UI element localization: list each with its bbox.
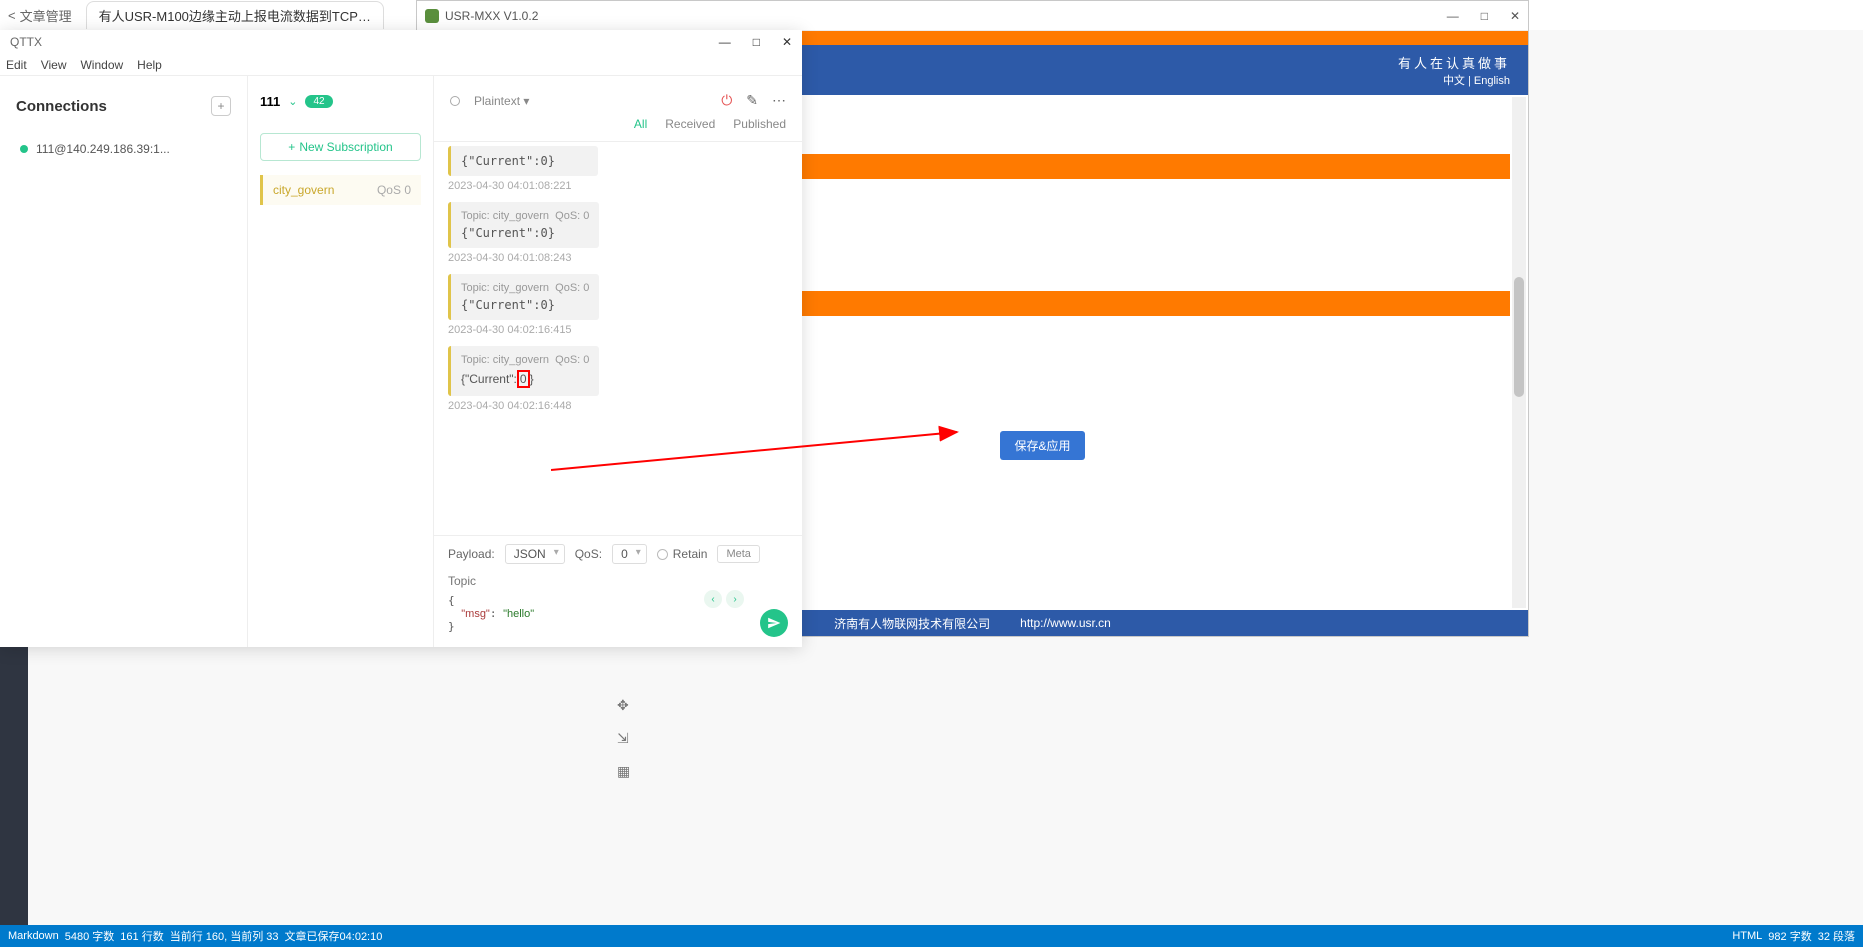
- usr-app-icon: [425, 9, 439, 23]
- mqttx-title-text: QTTX: [10, 35, 42, 49]
- mqttx-min-icon[interactable]: —: [719, 35, 731, 49]
- mqttx-max-icon[interactable]: □: [753, 35, 760, 49]
- connection-item[interactable]: 111@140.249.186.39:1...: [10, 134, 237, 164]
- mqttx-close-icon[interactable]: ✕: [782, 35, 792, 49]
- filter-received[interactable]: Received: [665, 117, 715, 131]
- message-item: Topic: city_govern QoS: 0 {"Current":0} …: [448, 202, 788, 264]
- message-timestamp: 2023-04-30 04:02:16:415: [448, 324, 788, 336]
- browser-tab-active[interactable]: 有人USR-M100边缘主动上报电流数据到TCP…: [86, 1, 384, 29]
- subscription-item[interactable]: city_govern QoS 0: [260, 175, 421, 205]
- status-lines: 161 行数: [120, 928, 163, 944]
- history-next-icon[interactable]: ›: [726, 590, 744, 608]
- add-connection-button[interactable]: +: [211, 96, 231, 116]
- status-html[interactable]: HTML: [1732, 930, 1762, 942]
- usr-max-icon[interactable]: □: [1481, 9, 1488, 23]
- mqttx-window: QTTX — □ ✕ Edit View Window Help Connect…: [0, 30, 802, 647]
- payload-value-highlight: 0: [517, 370, 530, 388]
- message-timestamp: 2023-04-30 04:01:08:221: [448, 180, 788, 192]
- edit-icon[interactable]: ✎: [746, 92, 758, 109]
- topic-input[interactable]: [448, 570, 788, 592]
- save-apply-button[interactable]: 保存&应用: [1000, 431, 1084, 460]
- filter-all[interactable]: All: [634, 117, 647, 131]
- message-item: Topic: city_govern QoS: 0 {"Current":0} …: [448, 346, 788, 412]
- filter-published[interactable]: Published: [733, 117, 786, 131]
- scrollbar-thumb[interactable]: [1514, 277, 1524, 397]
- status-cursor: 当前行 160, 当前列 33: [170, 928, 279, 944]
- back-nav[interactable]: < 文章管理: [0, 6, 80, 25]
- status-right-words: 982 字数: [1768, 928, 1811, 944]
- usr-footer-url[interactable]: http://www.usr.cn: [1020, 616, 1111, 630]
- move-tool-icon[interactable]: ✥: [617, 697, 630, 714]
- qos-select[interactable]: 0: [612, 544, 647, 564]
- message-count-badge: 42: [305, 95, 332, 108]
- disconnect-icon[interactable]: ⏻: [721, 92, 732, 109]
- chevron-down-icon[interactable]: ⌄: [288, 95, 297, 108]
- status-saved: 文章已保存04:02:10: [285, 928, 383, 944]
- usr-min-icon[interactable]: —: [1447, 9, 1459, 23]
- new-subscription-button[interactable]: + New Subscription: [260, 133, 421, 161]
- back-label: 文章管理: [20, 6, 72, 25]
- meta-button[interactable]: Meta: [717, 545, 759, 563]
- connection-status-dot: [20, 145, 28, 153]
- status-words: 5480 字数: [65, 928, 115, 944]
- editor-float-tools: ✥ ⇲ ▦: [617, 697, 630, 780]
- status-para: 32 段落: [1818, 928, 1855, 944]
- send-button[interactable]: [760, 609, 788, 637]
- connection-name: 111@140.249.186.39:1...: [36, 142, 170, 156]
- retain-radio[interactable]: Retain: [657, 547, 708, 561]
- usr-title-text: USR-MXX V1.0.2: [445, 9, 538, 23]
- message-timestamp: 2023-04-30 04:02:16:448: [448, 400, 788, 412]
- payload-editor[interactable]: { "msg": "hello"} ‹›: [448, 592, 788, 635]
- usr-close-icon[interactable]: ✕: [1510, 9, 1520, 23]
- connections-heading: Connections: [16, 98, 107, 115]
- dock-tool-icon[interactable]: ⇲: [617, 730, 630, 747]
- usr-scrollbar[interactable]: [1512, 97, 1526, 608]
- payload-label: Payload:: [448, 547, 495, 561]
- status-markdown[interactable]: Markdown: [8, 930, 59, 942]
- menu-view[interactable]: View: [41, 58, 67, 72]
- usr-lang-switch[interactable]: 中文 | English: [1398, 72, 1510, 88]
- menu-edit[interactable]: Edit: [6, 58, 27, 72]
- usr-slogan: 有人在认真做事: [1398, 53, 1510, 72]
- message-item: {"Current":0} 2023-04-30 04:01:08:221: [448, 146, 788, 192]
- subscription-topic: city_govern: [273, 183, 334, 197]
- payload-format-select[interactable]: JSON: [505, 544, 565, 564]
- qos-label: QoS:: [575, 547, 602, 561]
- subscription-qos: QoS 0: [377, 183, 411, 197]
- status-indicator: [450, 96, 460, 106]
- menu-window[interactable]: Window: [80, 58, 123, 72]
- message-timestamp: 2023-04-30 04:01:08:243: [448, 252, 788, 264]
- grid-tool-icon[interactable]: ▦: [617, 763, 630, 780]
- format-select[interactable]: Plaintext ▾: [474, 94, 529, 108]
- editor-statusbar: Markdown 5480 字数 161 行数 当前行 160, 当前列 33 …: [0, 925, 1863, 947]
- menu-help[interactable]: Help: [137, 58, 162, 72]
- connection-title: 111: [260, 94, 280, 109]
- more-icon[interactable]: ⋯: [772, 92, 786, 109]
- message-item: Topic: city_govern QoS: 0 {"Current":0} …: [448, 274, 788, 336]
- history-prev-icon[interactable]: ‹: [704, 590, 722, 608]
- usr-footer-company: 济南有人物联网技术有限公司: [834, 615, 990, 632]
- message-list[interactable]: {"Current":0} 2023-04-30 04:01:08:221 To…: [434, 142, 802, 535]
